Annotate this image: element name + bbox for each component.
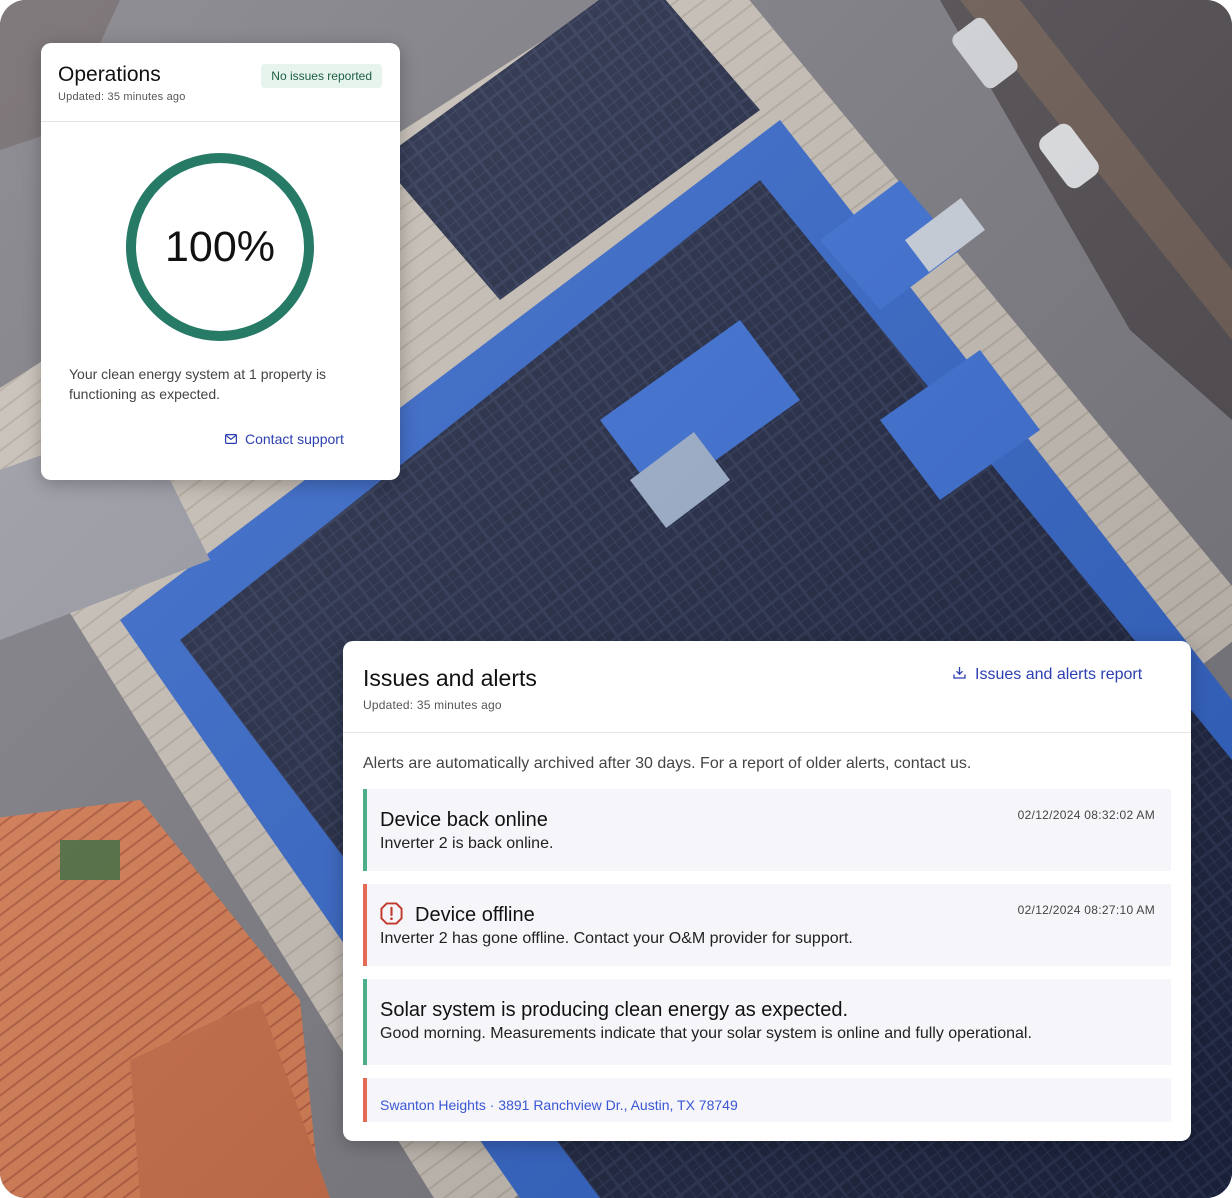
alert-timestamp: 02/12/2024 08:27:10 AM [1017, 903, 1155, 917]
alert-description: Good morning. Measurements indicate that… [380, 1025, 1032, 1042]
alert-description: Inverter 2 is back online. [380, 835, 554, 852]
alerts-title: Issues and alerts [363, 665, 537, 691]
alert-octagon-icon [380, 902, 403, 930]
alert-item[interactable]: Device offline Inverter 2 has gone offli… [363, 884, 1171, 966]
alert-title: Device back online [380, 809, 548, 831]
alert-item[interactable]: Solar system is producing clean energy a… [363, 979, 1171, 1065]
operations-updated: Updated: 35 minutes ago [58, 91, 186, 103]
operations-title: Operations [58, 63, 161, 86]
operations-progress-ring: 100% [125, 152, 315, 342]
alerts-header: Issues and alerts Updated: 35 minutes ag… [343, 641, 1191, 733]
alert-timestamp: 02/12/2024 08:32:02 AM [1017, 808, 1155, 822]
operations-header: Operations Updated: 35 minutes ago No is… [41, 43, 400, 122]
alerts-report-button[interactable]: Issues and alerts report [953, 666, 1142, 684]
operations-card: Operations Updated: 35 minutes ago No is… [41, 43, 400, 480]
operations-description: Your clean energy system at 1 property i… [69, 366, 327, 402]
alert-title: Device offline [415, 904, 535, 926]
alert-title: Solar system is producing clean energy a… [380, 999, 849, 1021]
issues-alerts-card: Issues and alerts Updated: 35 minutes ag… [343, 641, 1191, 1141]
alerts-report-label: Issues and alerts report [975, 666, 1143, 683]
status-badge: No issues reported [261, 64, 382, 88]
alerts-archive-note: Alerts are automatically archived after … [363, 755, 972, 772]
alerts-list: Device back online Inverter 2 is back on… [363, 789, 1171, 1123]
mail-icon [225, 431, 238, 447]
contact-support-link[interactable]: Contact support [225, 431, 344, 447]
alert-item[interactable]: Device back online Inverter 2 is back on… [363, 789, 1171, 871]
download-icon [953, 666, 966, 684]
alert-description: Inverter 2 has gone offline. Contact you… [380, 930, 853, 947]
operations-percent: 100% [165, 222, 275, 271]
alerts-updated: Updated: 35 minutes ago [363, 698, 502, 712]
alert-item[interactable]: Swanton Heights · 3891 Ranchview Dr., Au… [363, 1078, 1171, 1122]
contact-support-label: Contact support [245, 431, 344, 447]
alert-location-link[interactable]: Swanton Heights · 3891 Ranchview Dr., Au… [380, 1097, 738, 1113]
